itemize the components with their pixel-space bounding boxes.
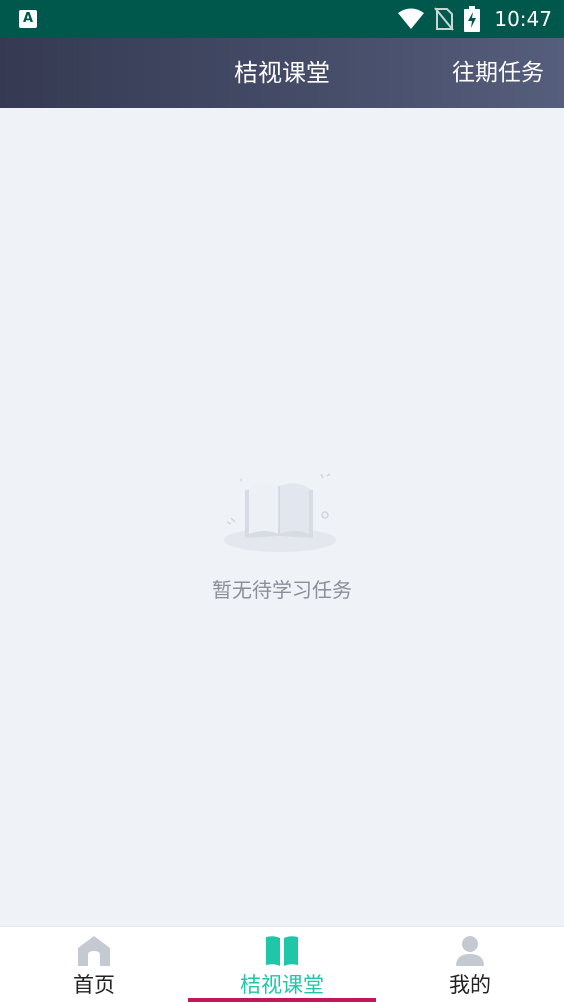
history-tasks-button[interactable]: 往期任务	[452, 38, 544, 108]
wifi-icon	[398, 8, 425, 29]
tab-home[interactable]: 首页	[0, 927, 188, 1002]
book-icon	[266, 936, 298, 966]
tab-home-label: 首页	[73, 973, 115, 997]
tab-classroom-label: 桔视课堂	[240, 973, 324, 997]
status-icons: 10:47	[398, 0, 552, 38]
open-book-icon	[224, 473, 336, 552]
tab-mine[interactable]: 我的	[376, 927, 564, 1002]
tab-mine-label: 我的	[449, 973, 491, 997]
tab-classroom[interactable]: 桔视课堂	[188, 927, 376, 1002]
home-icon	[78, 936, 110, 966]
main-content: 暂无待学习任务	[0, 108, 564, 926]
status-time: 10:47	[494, 7, 552, 31]
battery-charging-icon	[464, 6, 481, 32]
app-notification-icon: A	[19, 10, 37, 28]
no-sim-icon	[434, 7, 455, 31]
empty-state-message: 暂无待学习任务	[212, 578, 352, 602]
bottom-tab-bar: 首页 桔视课堂 我的	[0, 926, 564, 1002]
person-icon	[456, 936, 484, 966]
status-bar: A 10:47	[0, 0, 564, 38]
active-tab-indicator	[188, 998, 376, 1002]
empty-state: 暂无待学习任务	[0, 466, 564, 603]
app-bar: 桔视课堂 往期任务	[0, 38, 564, 108]
